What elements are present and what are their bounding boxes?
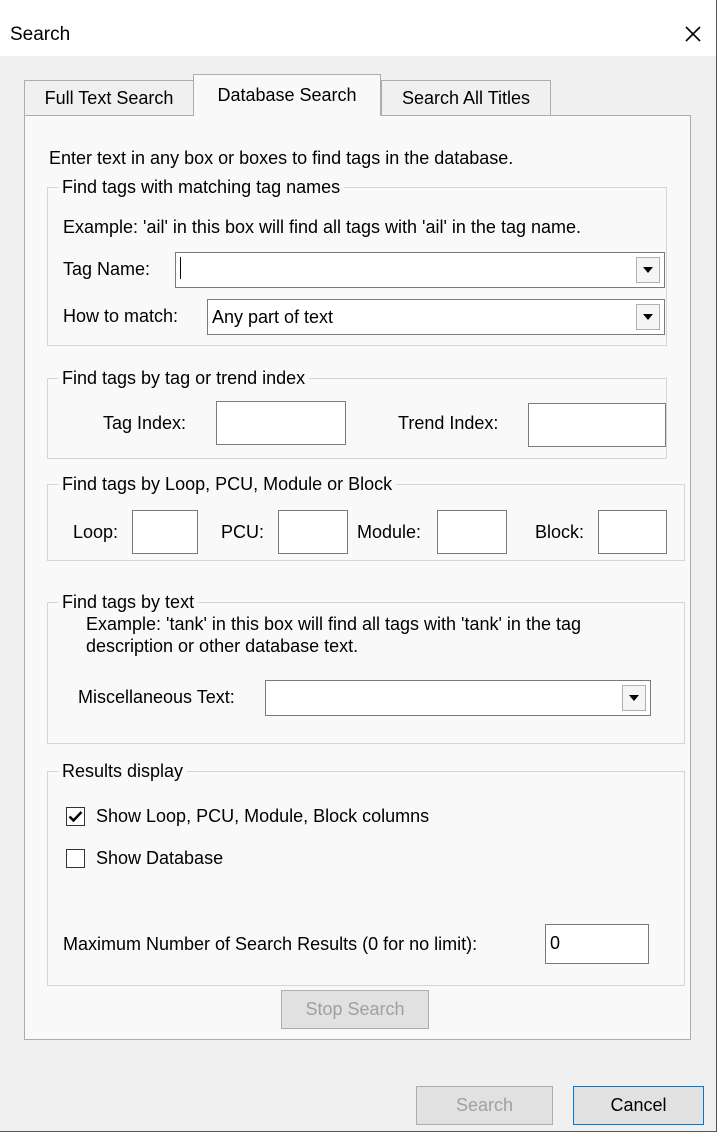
stop-search-button[interactable]: Stop Search (281, 990, 429, 1029)
block-label: Block: (535, 522, 585, 542)
misc-text-label: Miscellaneous Text: (78, 687, 235, 707)
chevron-down-icon (629, 695, 639, 701)
close-button[interactable] (670, 14, 716, 54)
pcu-label: PCU: (221, 522, 265, 542)
tag-name-combobox[interactable] (175, 252, 665, 288)
tab-full-text-search[interactable]: Full Text Search (24, 80, 194, 116)
how-to-match-dropdown-button[interactable] (636, 304, 660, 330)
how-to-match-select[interactable]: Any part of text (207, 299, 665, 335)
tag-name-dropdown-button[interactable] (636, 257, 660, 283)
tag-name-example: Example: 'ail' in this box will find all… (63, 217, 581, 237)
tab-label: Search All Titles (401, 88, 531, 108)
group-legend: Results display (62, 761, 184, 781)
tag-name-input[interactable] (180, 256, 636, 284)
show-columns-checkbox[interactable] (66, 807, 85, 826)
group-legend: Find tags by tag or trend index (62, 368, 306, 388)
trend-index-input[interactable] (528, 403, 666, 447)
cancel-button[interactable]: Cancel (573, 1086, 704, 1125)
checkmark-icon (68, 811, 83, 823)
trend-index-label: Trend Index: (398, 413, 499, 433)
title-bar: Search (0, 0, 716, 56)
database-search-panel: Enter text in any box or boxes to find t… (24, 115, 691, 1040)
chevron-down-icon (643, 267, 653, 273)
show-columns-label[interactable]: Show Loop, PCU, Module, Block columns (96, 806, 429, 827)
tag-name-label: Tag Name: (63, 259, 151, 279)
module-label: Module: (357, 522, 422, 542)
search-dialog: Search Full Text Search Database Search … (0, 0, 717, 1132)
tag-index-input[interactable] (216, 401, 346, 445)
show-database-label[interactable]: Show Database (96, 848, 223, 869)
show-database-checkbox[interactable] (66, 849, 85, 868)
loop-input[interactable] (132, 510, 198, 554)
max-results-input[interactable]: 0 (545, 924, 649, 964)
tab-database-search[interactable]: Database Search (193, 74, 381, 116)
chevron-down-icon (643, 314, 653, 320)
close-icon (685, 26, 701, 42)
text-example-line: Example: 'tank' in this box will find al… (86, 614, 581, 634)
text-example-line: description or other database text. (86, 636, 359, 656)
block-input[interactable] (598, 510, 667, 554)
group-legend: Find tags with matching tag names (62, 177, 341, 197)
intro-text: Enter text in any box or boxes to find t… (49, 148, 514, 168)
loop-label: Loop: (73, 522, 119, 542)
module-input[interactable] (437, 510, 507, 554)
how-to-match-label: How to match: (63, 306, 179, 326)
group-legend: Find tags by Loop, PCU, Module or Block (62, 474, 393, 494)
max-results-label: Maximum Number of Search Results (0 for … (63, 934, 478, 954)
window-title: Search (10, 24, 71, 45)
tag-index-label: Tag Index: (103, 413, 187, 433)
pcu-input[interactable] (278, 510, 348, 554)
tab-label: Full Text Search (44, 88, 174, 108)
tab-label: Database Search (217, 85, 357, 105)
misc-text-combobox[interactable] (265, 680, 651, 716)
group-legend: Find tags by text (62, 592, 195, 612)
misc-text-dropdown-button[interactable] (622, 685, 646, 711)
search-button[interactable]: Search (416, 1086, 553, 1125)
tab-search-all-titles[interactable]: Search All Titles (381, 80, 551, 116)
text-example: Example: 'tank' in this box will find al… (86, 613, 581, 657)
how-to-match-value: Any part of text (212, 306, 334, 327)
